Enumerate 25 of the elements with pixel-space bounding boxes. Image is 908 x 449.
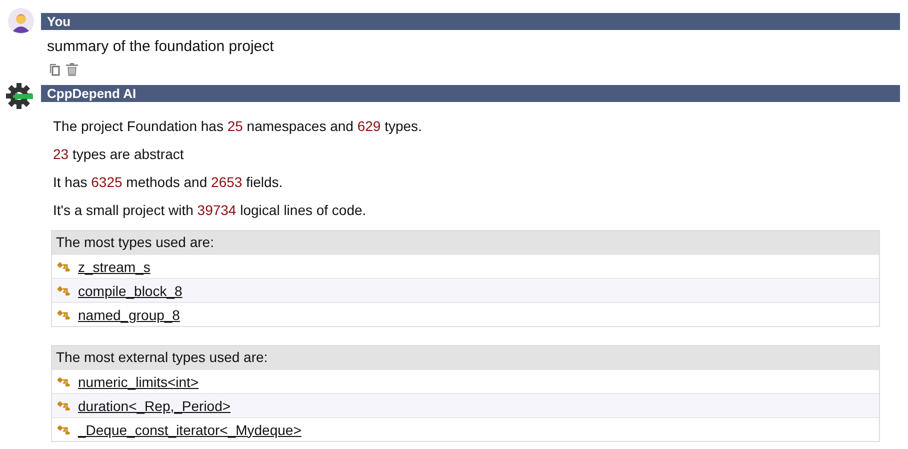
summary-line: It has 6325 methods and 2653 fields.	[52, 173, 284, 192]
type-link[interactable]: compile_block_8	[78, 282, 182, 298]
table-header: The most types used are:	[52, 231, 879, 254]
summary-line: The project Foundation has 25 namespaces and 629 types.	[52, 117, 423, 136]
gear-icon	[5, 82, 33, 110]
type-link[interactable]: duration<_Rep,_Period>	[78, 398, 231, 414]
type-link[interactable]: named_group_8	[78, 306, 180, 322]
type-icon	[57, 400, 70, 411]
type-icon	[57, 285, 70, 296]
summary-line: It's a small project with 39734 logical lines of code.	[52, 201, 368, 220]
author-header: CppDepend AI	[41, 85, 900, 102]
user-avatar-icon	[8, 8, 34, 34]
type-icon	[57, 309, 70, 320]
author-header: You	[41, 13, 900, 30]
table-header: The most external types used are:	[52, 346, 879, 369]
type-icon	[57, 376, 70, 387]
message-text: summary of the foundation project	[46, 37, 275, 56]
type-link[interactable]: numeric_limits<int>	[78, 374, 199, 390]
trash-icon[interactable]	[66, 63, 78, 76]
summary-line: 23 types are abstract	[52, 145, 185, 164]
type-link[interactable]: _Deque_const_iterator<_Mydeque>	[78, 422, 302, 438]
copy-icon[interactable]	[49, 63, 60, 76]
type-icon	[57, 261, 70, 272]
type-link[interactable]: z_stream_s	[78, 258, 150, 274]
type-icon	[57, 424, 70, 435]
